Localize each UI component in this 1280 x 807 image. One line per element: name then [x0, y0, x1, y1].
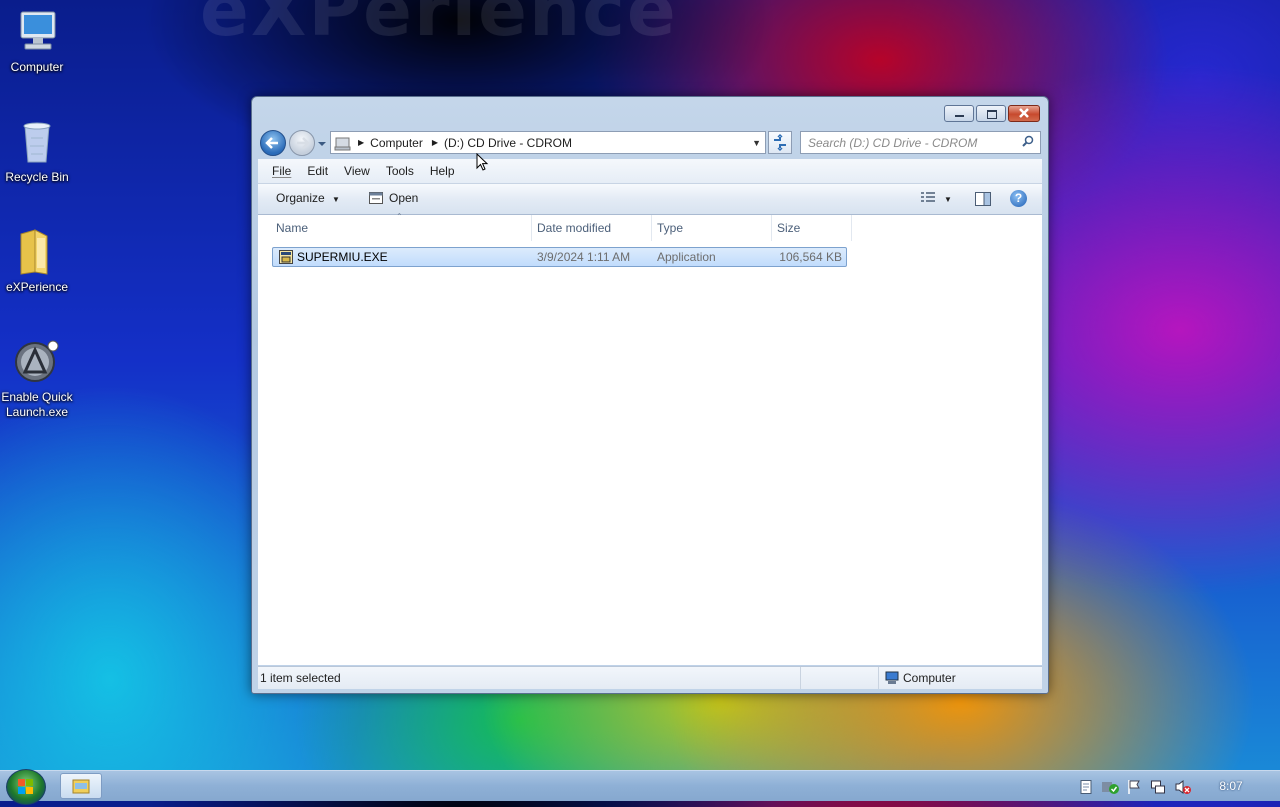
- column-divider[interactable]: [771, 215, 772, 241]
- document-icon[interactable]: [1078, 779, 1094, 795]
- help-button[interactable]: ?: [1010, 190, 1027, 207]
- details-view-icon: [920, 191, 936, 208]
- search-icon[interactable]: [1022, 135, 1034, 150]
- address-dropdown-icon[interactable]: ▼: [752, 138, 761, 148]
- mouse-cursor-icon: [476, 152, 490, 173]
- address-row: ▶ Computer ▶ (D:) CD Drive - CDROM ▼ Sea…: [260, 129, 1042, 156]
- taskbar-explorer-button[interactable]: [60, 773, 102, 799]
- desktop-icon-label: eXPerience: [5, 280, 69, 294]
- chevron-right-icon[interactable]: ▶: [358, 138, 364, 147]
- views-button[interactable]: ▼: [920, 191, 952, 208]
- quick-launch-icon: [13, 338, 61, 386]
- minimize-button[interactable]: [944, 105, 974, 122]
- help-icon: ?: [1014, 191, 1023, 205]
- back-button[interactable]: [260, 130, 286, 156]
- desktop-icon-experience[interactable]: eXPerience: [0, 228, 74, 295]
- breadcrumb-computer[interactable]: Computer: [370, 136, 423, 150]
- preview-pane-button[interactable]: [974, 191, 992, 210]
- column-header-size[interactable]: Size: [777, 215, 800, 241]
- organize-button[interactable]: Organize ▼: [276, 191, 340, 205]
- menu-file[interactable]: File: [272, 164, 291, 178]
- file-size: 106,564 KB: [779, 250, 842, 264]
- breadcrumb-cd-drive[interactable]: (D:) CD Drive - CDROM: [444, 136, 572, 150]
- application-icon: [368, 190, 384, 206]
- status-bar: 1 item selected Computer: [258, 666, 1042, 689]
- drive-icon: [334, 135, 352, 151]
- menu-edit[interactable]: Edit: [307, 164, 328, 178]
- desktop-icon-recycle-bin[interactable]: Recycle Bin: [0, 118, 74, 185]
- forward-button[interactable]: [289, 130, 315, 156]
- status-divider: [800, 667, 801, 689]
- network-icon[interactable]: [1150, 779, 1166, 795]
- exe-file-icon: [278, 249, 294, 265]
- command-bar: Organize ▼ Open ▼ ?: [258, 184, 1042, 215]
- chevron-down-icon: ▼: [332, 195, 340, 204]
- computer-icon: [13, 8, 61, 56]
- chevron-right-icon[interactable]: ▶: [432, 138, 438, 147]
- explorer-window: ▶ Computer ▶ (D:) CD Drive - CDROM ▼ Sea…: [251, 96, 1049, 694]
- status-selection-text: 1 item selected: [260, 671, 341, 685]
- menu-help[interactable]: Help: [430, 164, 455, 178]
- file-list[interactable]: ⌃ Name Date modified Type Size SUPERMIU.…: [258, 212, 1042, 665]
- file-date: 3/9/2024 1:11 AM: [537, 250, 631, 264]
- column-divider[interactable]: [651, 215, 652, 241]
- recent-pages-dropdown[interactable]: [317, 138, 327, 148]
- desktop-icon-computer[interactable]: Computer: [0, 8, 74, 75]
- wallpaper-text: eXPerience: [200, 0, 678, 52]
- table-row[interactable]: SUPERMIU.EXE 3/9/2024 1:11 AM Applicatio…: [272, 247, 847, 267]
- organize-label: Organize: [276, 191, 325, 205]
- desktop-icon-label: Enable Quick Launch.exe: [1, 390, 73, 419]
- open-label: Open: [389, 191, 419, 205]
- open-button[interactable]: Open: [368, 190, 418, 206]
- desktop-icon-enable-quick-launch[interactable]: Enable Quick Launch.exe: [0, 338, 74, 420]
- file-name: SUPERMIU.EXE: [297, 250, 388, 264]
- taskbar: 8:07: [0, 769, 1280, 805]
- search-input[interactable]: Search (D:) CD Drive - CDROM: [800, 131, 1041, 154]
- address-bar[interactable]: ▶ Computer ▶ (D:) CD Drive - CDROM ▼: [330, 131, 766, 154]
- status-divider: [878, 667, 879, 689]
- menu-tools[interactable]: Tools: [386, 164, 414, 178]
- window-controls: [944, 105, 1040, 122]
- folder-icon: [72, 779, 90, 794]
- desktop-icon-label: Recycle Bin: [5, 170, 69, 184]
- refresh-button[interactable]: [768, 131, 792, 154]
- column-header-type[interactable]: Type: [657, 215, 683, 241]
- menu-view[interactable]: View: [344, 164, 370, 178]
- folder-icon: [13, 228, 61, 276]
- desktop-icon-label: Computer: [10, 60, 64, 74]
- sort-arrow-icon: ⌃: [396, 212, 403, 221]
- status-location-text: Computer: [903, 671, 956, 685]
- search-placeholder: Search (D:) CD Drive - CDROM: [808, 135, 978, 150]
- column-divider[interactable]: [531, 215, 532, 241]
- flag-icon[interactable]: [1126, 779, 1142, 795]
- column-header-date-modified[interactable]: Date modified: [537, 215, 611, 241]
- close-button[interactable]: [1008, 105, 1040, 122]
- chevron-down-icon: ▼: [944, 195, 952, 204]
- windows-logo-icon: [18, 779, 33, 794]
- computer-small-icon: [884, 670, 900, 689]
- menu-bar: File Edit View Tools Help: [258, 159, 1042, 184]
- volume-muted-icon[interactable]: [1174, 779, 1191, 795]
- column-divider[interactable]: [851, 215, 852, 241]
- column-header-name[interactable]: Name: [276, 215, 308, 241]
- recycle-bin-icon: [13, 118, 61, 166]
- clock[interactable]: 8:07: [1206, 779, 1256, 793]
- file-type: Application: [657, 250, 716, 264]
- security-check-icon[interactable]: [1101, 779, 1119, 795]
- maximize-button[interactable]: [976, 105, 1006, 122]
